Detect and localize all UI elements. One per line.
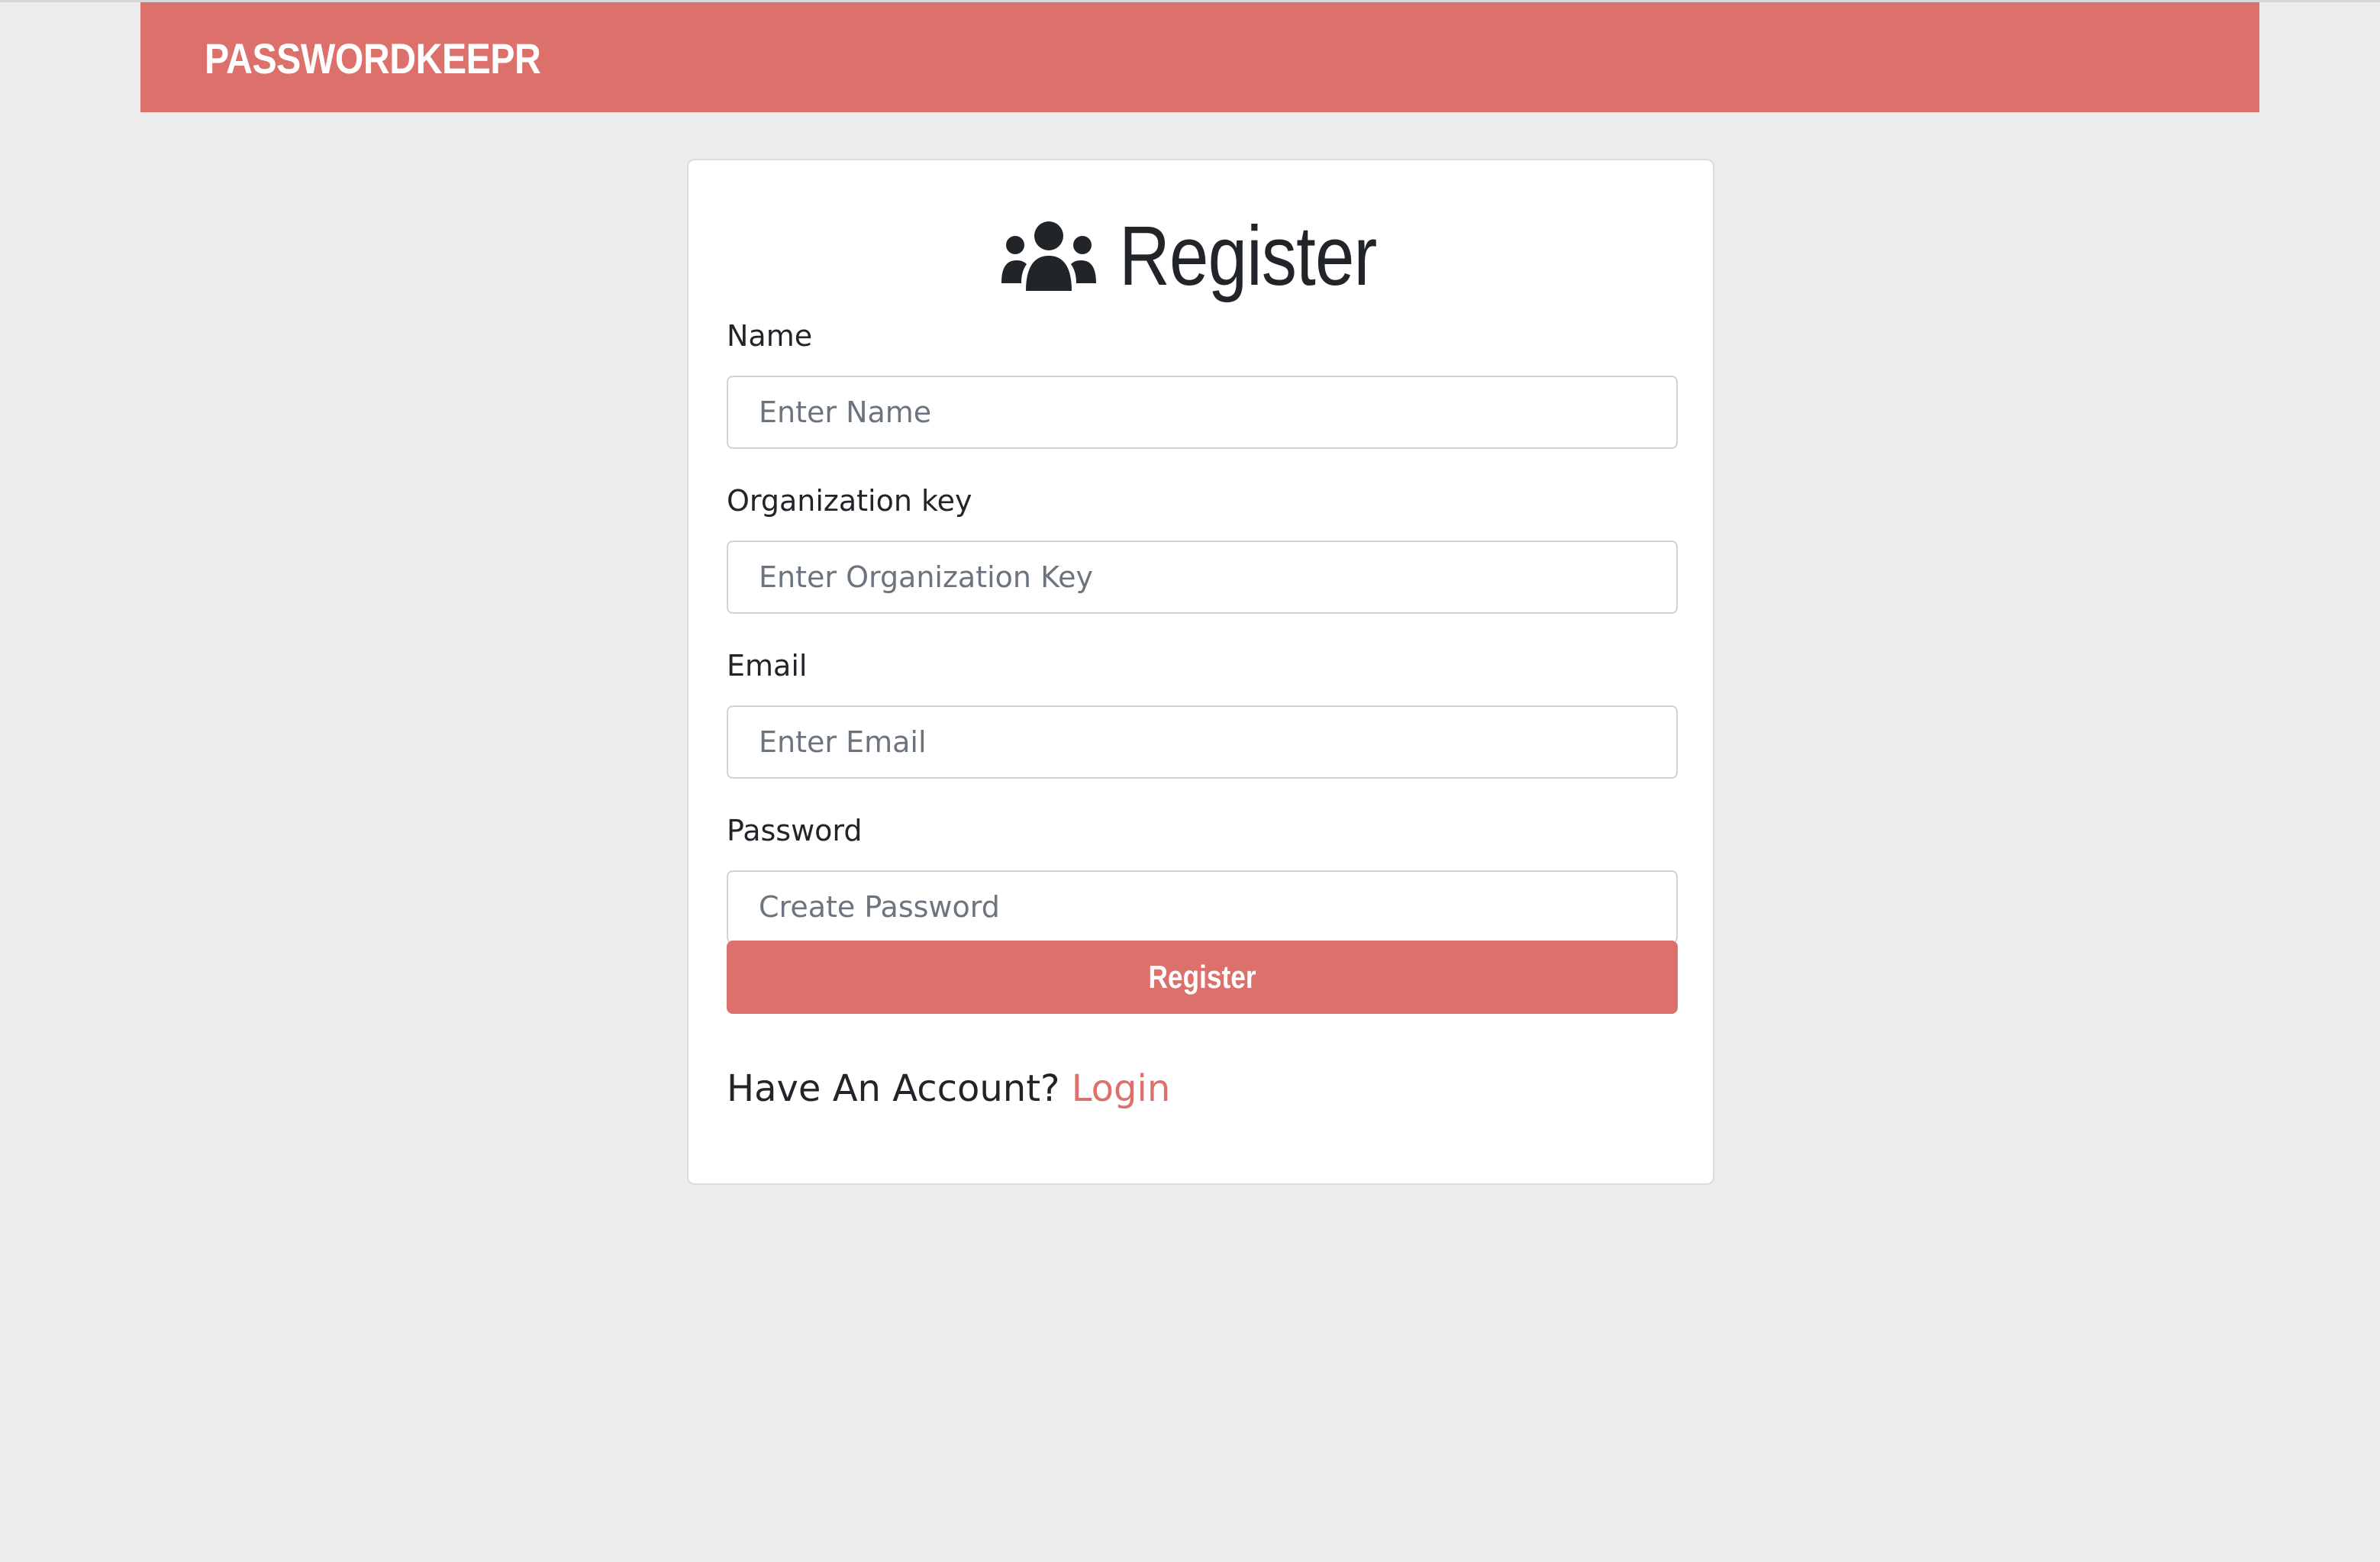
register-card: Register Name Organization key Email Pas… [687, 159, 1714, 1185]
name-input[interactable] [727, 376, 1678, 449]
name-label: Name [727, 319, 813, 353]
register-button-label: Register [1148, 959, 1256, 995]
users-icon [1001, 221, 1097, 291]
login-link[interactable]: Login [1072, 1067, 1171, 1110]
organization-key-input[interactable] [727, 541, 1678, 614]
brand-logo[interactable]: PASSWORDKEEPR [205, 2, 541, 112]
card-title: Register [689, 206, 1713, 305]
organization-key-label: Organization key [727, 484, 972, 518]
navbar: PASSWORDKEEPR [140, 2, 2259, 112]
email-label: Email [727, 649, 808, 683]
password-label: Password [727, 814, 863, 847]
password-input[interactable] [727, 870, 1678, 944]
login-prompt-text: Have An Account? [727, 1067, 1060, 1110]
login-prompt: Have An Account? Login [727, 1067, 1170, 1110]
page-title: Register [1119, 208, 1377, 303]
register-button[interactable]: Register [727, 941, 1678, 1014]
email-input[interactable] [727, 705, 1678, 779]
